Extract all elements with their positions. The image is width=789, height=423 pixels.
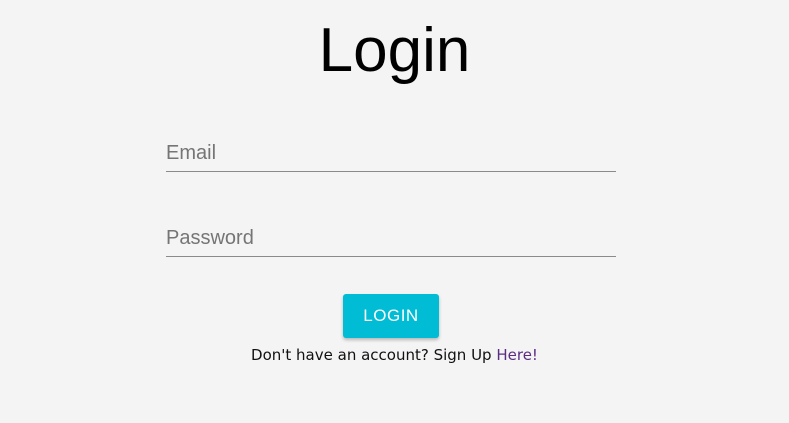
password-field-container: [166, 220, 616, 257]
password-input[interactable]: [166, 220, 616, 256]
email-input[interactable]: [166, 135, 616, 171]
signup-link[interactable]: Here!: [496, 346, 538, 364]
signup-prompt: Don't have an account? Sign Up Here!: [0, 345, 789, 365]
page-title: Login: [318, 16, 471, 85]
signup-prompt-text: Don't have an account? Sign Up: [251, 346, 497, 364]
email-field-container: [166, 135, 616, 172]
login-button[interactable]: LOGIN: [343, 294, 439, 338]
